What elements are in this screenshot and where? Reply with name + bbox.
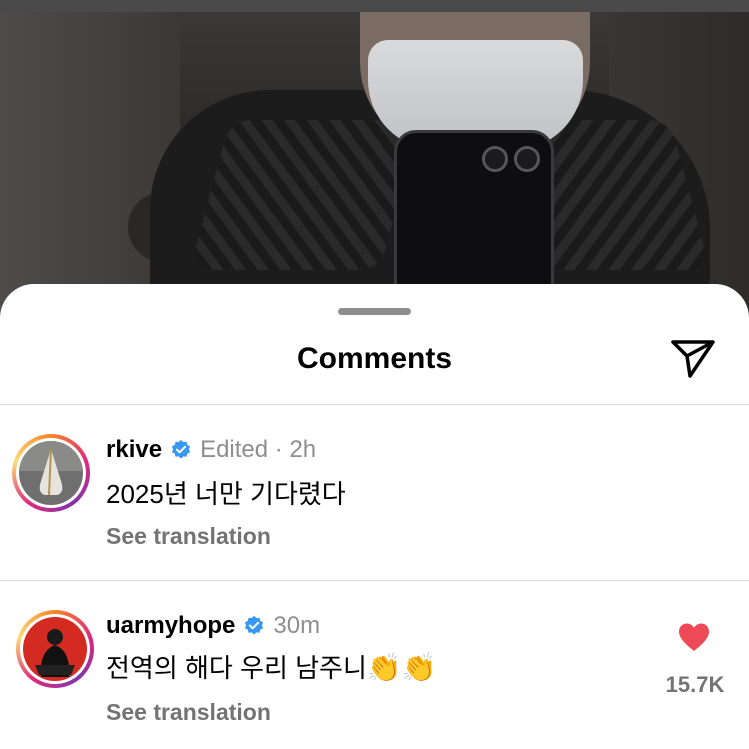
avatar-frame xyxy=(20,614,90,684)
avatar[interactable] xyxy=(16,610,94,688)
avatar-frame xyxy=(16,438,86,508)
photo-phone-camera xyxy=(514,146,540,172)
comment-header: uarmyhope 30m xyxy=(106,612,320,640)
comment-header: rkive Edited · 2h xyxy=(106,436,316,464)
heart-filled-icon xyxy=(679,623,709,651)
post-photo-background xyxy=(0,0,749,330)
photo-collar-left xyxy=(189,120,421,270)
header-divider xyxy=(0,404,749,405)
see-translation-link[interactable]: See translation xyxy=(106,523,271,550)
avatar-image xyxy=(19,441,83,505)
top-bar-strip xyxy=(0,0,749,12)
comment-text: 2025년 너만 기다렸다 xyxy=(106,479,346,509)
like-button[interactable] xyxy=(678,622,710,652)
comment-meta: 30m xyxy=(273,612,321,639)
comment-divider xyxy=(0,580,749,581)
clapping-hands-emoji: 👏👏 xyxy=(366,652,437,683)
comment-text-body: 전역의 해다 우리 남주니 xyxy=(106,653,367,683)
sheet-title: Comments xyxy=(296,342,453,375)
photo-phone-camera xyxy=(482,146,508,172)
comment-text: 전역의 해다 우리 남주니👏👏 xyxy=(106,648,437,685)
paper-plane-icon xyxy=(671,340,715,378)
verified-badge-icon xyxy=(171,439,191,459)
like-count: 15.7K xyxy=(665,672,725,697)
comment-meta: Edited · 2h xyxy=(200,436,317,463)
see-translation-link[interactable]: See translation xyxy=(106,699,271,726)
share-button[interactable] xyxy=(668,336,718,382)
username[interactable]: uarmyhope xyxy=(106,612,235,640)
avatar-image xyxy=(23,617,87,681)
avatar[interactable] xyxy=(12,434,90,512)
verified-badge-icon xyxy=(245,615,264,635)
comments-sheet: Comments rkive Edited · 2h 2025년 너만 기다렸다… xyxy=(0,284,749,749)
username[interactable]: rkive xyxy=(106,436,162,464)
drag-handle[interactable] xyxy=(338,308,411,315)
